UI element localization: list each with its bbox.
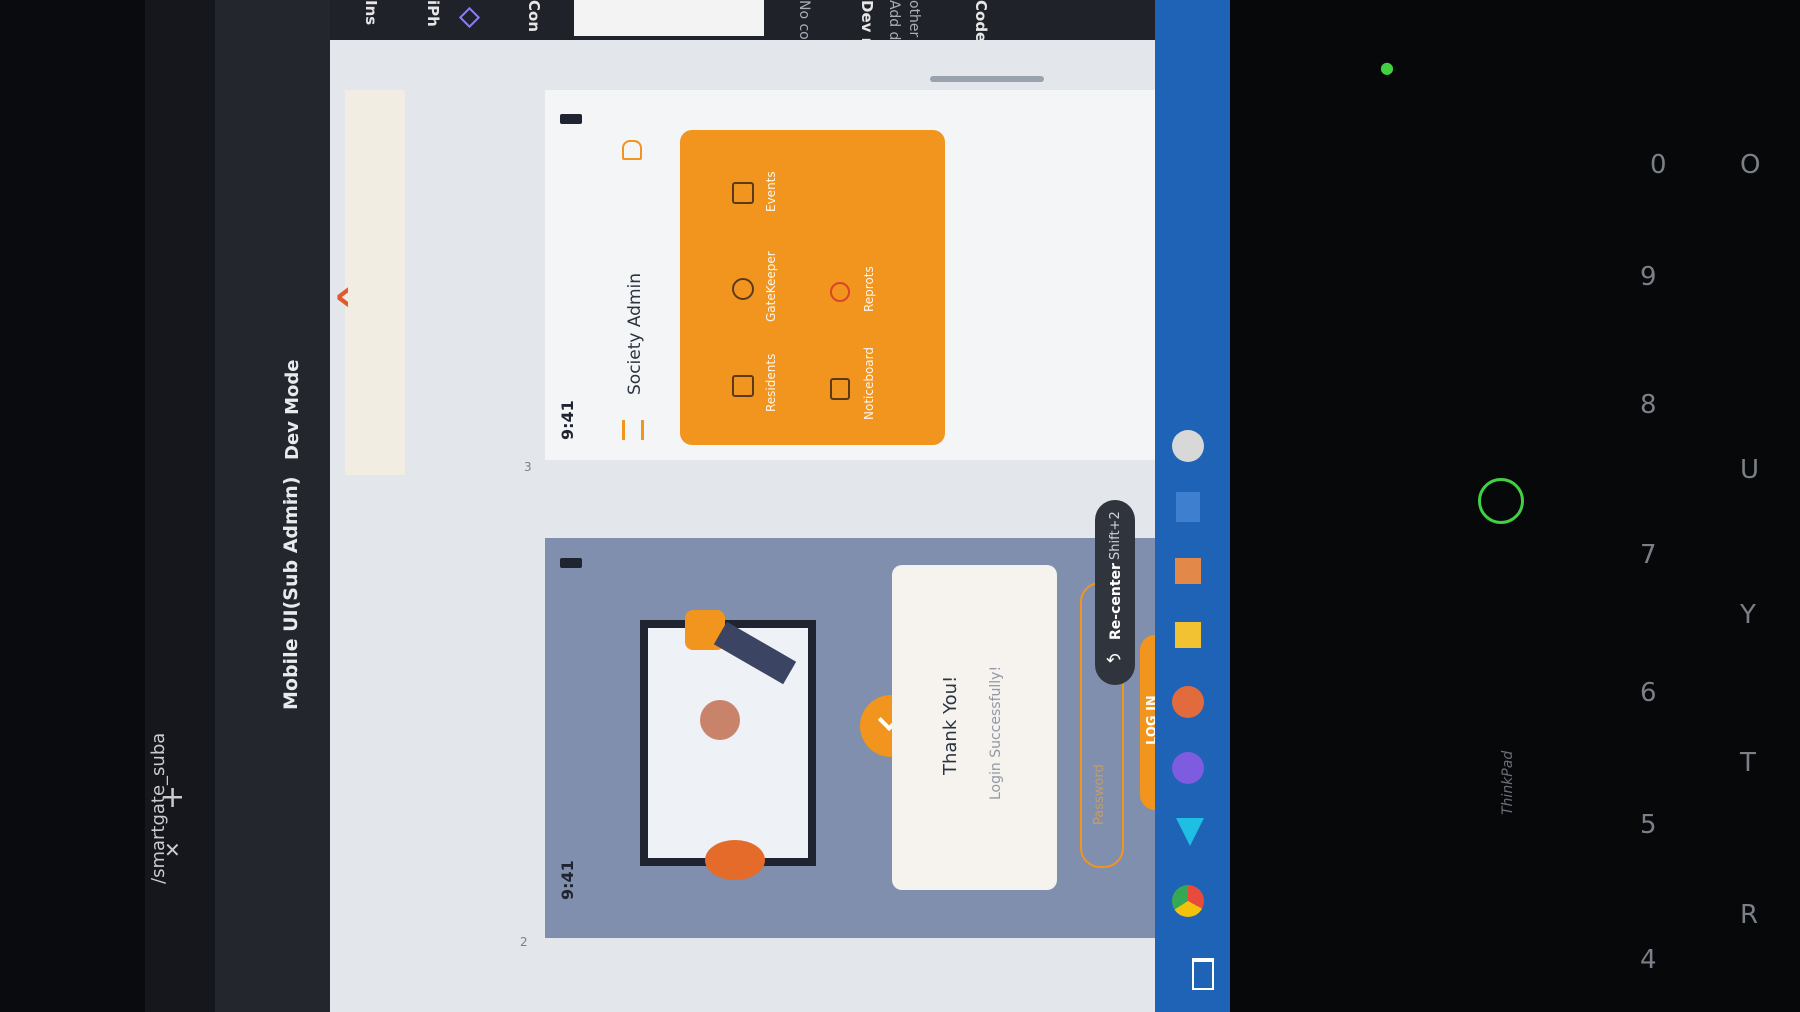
menu-events-label[interactable]: Events (764, 171, 778, 212)
password-placeholder: Password (1092, 764, 1107, 825)
bell-icon[interactable] (622, 140, 642, 160)
residents-icon (732, 375, 754, 397)
frame-2-number: 2 (520, 935, 528, 949)
taskbar-weather-icon[interactable] (1176, 492, 1200, 522)
key-r: R (1740, 900, 1759, 930)
chevron-down-icon[interactable]: › (286, 492, 292, 508)
key-t: T (1740, 748, 1756, 778)
project-name[interactable]: Mobile UI(Sub Admin) (280, 476, 302, 710)
chrome-icon[interactable] (1172, 885, 1204, 917)
taskbar-store-icon[interactable] (1175, 558, 1201, 584)
noticeboard-icon (830, 378, 850, 400)
dashboard-title: Society Admin (625, 272, 645, 395)
reports-icon (830, 282, 850, 302)
taskbar-app-icon[interactable] (1172, 430, 1204, 462)
dashboard-status-time: 9:41 (558, 400, 577, 440)
menu-residents-label[interactable]: Residents (764, 354, 778, 412)
thank-you-text: Thank You! (940, 675, 961, 775)
key-8: 8 (1640, 390, 1657, 420)
undo-icon: ↶ (1106, 650, 1122, 671)
gatekeeper-icon (732, 278, 754, 300)
key-o: O (1740, 150, 1761, 180)
editor-toolbar (215, 0, 330, 1012)
login-success-text: Login Successfully! (988, 665, 1004, 800)
preview-thumbnail (574, 0, 764, 36)
canva-icon[interactable] (1172, 752, 1204, 784)
key-y: Y (1740, 600, 1756, 630)
panel-item-no-co: No co (796, 0, 812, 40)
battery-icon (560, 558, 582, 568)
key-u: U (1740, 455, 1760, 485)
task-view-icon[interactable] (1192, 958, 1214, 990)
panel-item-con[interactable]: Con (525, 0, 543, 32)
success-card (892, 565, 1057, 890)
back-arrow-icon[interactable]: ‹ (334, 270, 352, 321)
add-tab-icon[interactable]: + (160, 780, 185, 815)
panel-item-iph[interactable]: iPh (424, 0, 442, 27)
panel-item-code[interactable]: Code (972, 0, 990, 42)
frame-3-number: 3 (524, 460, 532, 474)
scroll-handle[interactable] (930, 76, 1044, 82)
key-4: 4 (1640, 945, 1657, 975)
dashboard-battery-icon (560, 114, 582, 124)
frame-1-preview (345, 90, 405, 475)
key-0: 0 (1650, 150, 1667, 180)
menu-noticeboard-label[interactable]: Noticeboard (862, 347, 876, 420)
plant-illustration (705, 840, 765, 880)
panel-item-ins[interactable]: Ins (362, 0, 380, 25)
recenter-shortcut: Shift+2 (1108, 511, 1123, 560)
events-icon (732, 182, 754, 204)
key-7: 7 (1640, 540, 1657, 570)
thinkpad-logo: ThinkPad (1500, 750, 1516, 815)
admin-menu-card (680, 130, 945, 445)
menu-reports-label[interactable]: Reprots (862, 266, 876, 312)
folder-icon[interactable] (1175, 622, 1201, 648)
dev-mode-label[interactable]: Dev Mode (282, 359, 303, 460)
taskbar-orange-app-icon[interactable] (1172, 686, 1204, 718)
person-illustration (585, 600, 805, 720)
key-5: 5 (1640, 810, 1657, 840)
login-frame[interactable] (545, 538, 1155, 938)
key-9: 9 (1640, 262, 1657, 292)
recenter-label: Re-center (1108, 563, 1124, 640)
panel-item-add-d: Add d (886, 0, 902, 41)
key-6: 6 (1640, 678, 1657, 708)
hamburger-menu-icon[interactable] (622, 420, 644, 440)
indicator-led: ● (1380, 58, 1394, 77)
status-time: 9:41 (558, 860, 577, 900)
menu-gatekeeper-label[interactable]: GateKeeper (764, 251, 778, 322)
close-icon[interactable]: ✕ (164, 838, 181, 862)
power-button (1478, 478, 1524, 524)
